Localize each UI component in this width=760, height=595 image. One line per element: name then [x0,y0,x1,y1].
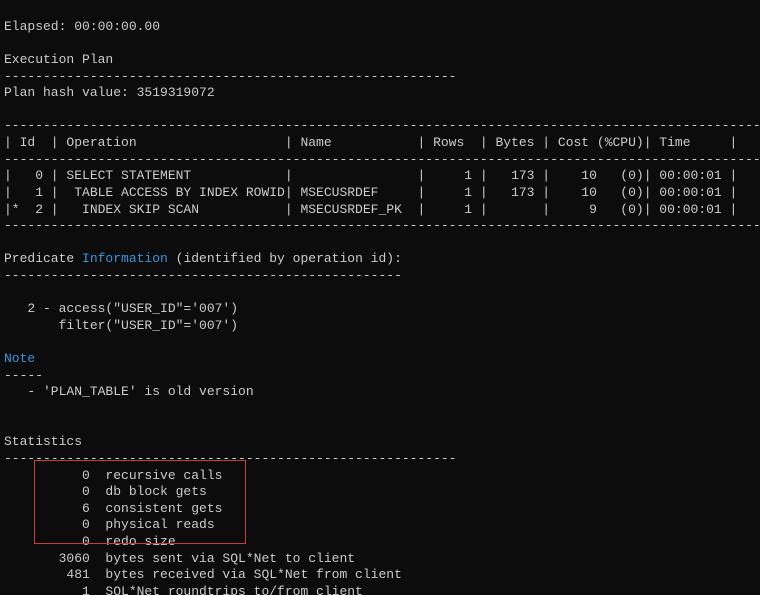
divider: ----------------------------------------… [4,451,456,466]
stat-row: 6 consistent gets [4,501,222,516]
plan-border-mid: ----------------------------------------… [4,152,760,167]
stat-row: 3060 bytes sent via SQL*Net to client [4,551,355,566]
plan-border-bot: ----------------------------------------… [4,218,760,233]
note-label: Note [4,351,35,366]
stats-header: Statistics [4,434,82,449]
predicate-line: 2 - access("USER_ID"='007') [4,301,238,316]
exec-plan-header: Execution Plan [4,52,113,67]
plan-row: |* 2 | INDEX SKIP SCAN | MSECUSRDEF_PK |… [4,202,737,217]
divider: ----------------------------------------… [4,268,402,283]
plan-columns: | Id | Operation | Name | Rows | Bytes |… [4,135,737,150]
predicate-info-word: Information [82,251,168,266]
stat-row: 0 db block gets [4,484,207,499]
predicate-line: filter("USER_ID"='007') [4,318,238,333]
stat-row: 0 physical reads [4,517,215,532]
divider: ----- [4,368,43,383]
terminal-output: Elapsed: 00:00:00.00 Execution Plan ----… [0,0,760,595]
elapsed-line: Elapsed: 00:00:00.00 [4,19,160,34]
plan-border-top: ----------------------------------------… [4,118,760,133]
predicate-heading: Predicate Information (identified by ope… [4,251,402,266]
stat-row: 0 recursive calls [4,468,222,483]
stat-row: 0 redo size [4,534,176,549]
note-line: - 'PLAN_TABLE' is old version [4,384,254,399]
plan-row: | 0 | SELECT STATEMENT | | 1 | 173 | 10 … [4,168,737,183]
plan-row: | 1 | TABLE ACCESS BY INDEX ROWID| MSECU… [4,185,737,200]
stat-row: 1 SQL*Net roundtrips to/from client [4,584,363,595]
stat-row: 481 bytes received via SQL*Net from clie… [4,567,402,582]
divider: ----------------------------------------… [4,69,456,84]
plan-hash: Plan hash value: 3519319072 [4,85,215,100]
